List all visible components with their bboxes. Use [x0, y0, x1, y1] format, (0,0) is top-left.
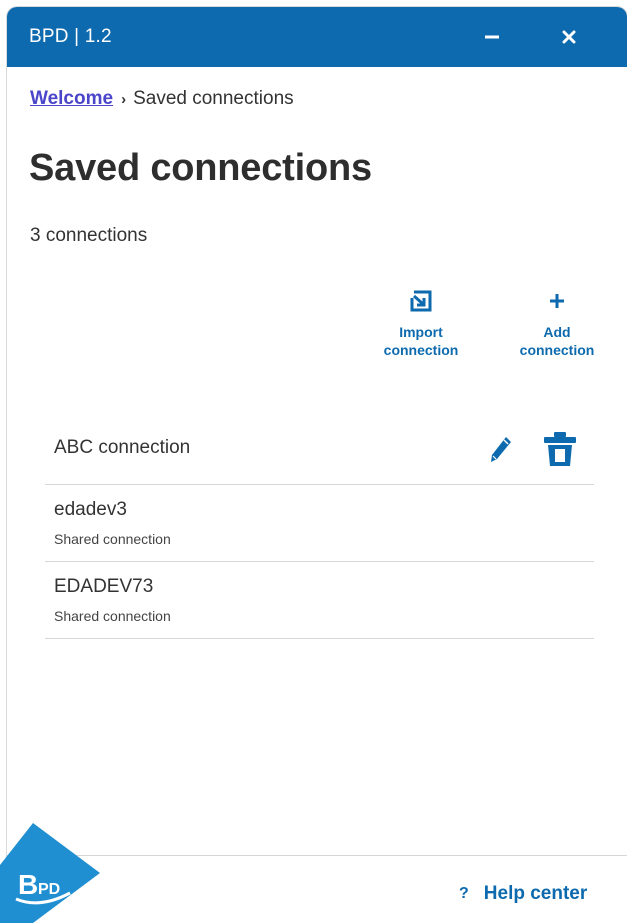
import-icon	[410, 290, 432, 312]
question-icon: ?	[459, 885, 469, 902]
footer-divider	[7, 855, 627, 856]
minimize-button[interactable]	[474, 19, 510, 55]
list-item[interactable]: ABC connection	[45, 407, 594, 485]
list-item[interactable]: EDADEV73 Shared connection	[45, 562, 594, 639]
add-connection-button[interactable]: Add connection	[502, 289, 612, 359]
connection-subtitle: Shared connection	[54, 608, 171, 624]
edit-connection-button[interactable]	[489, 435, 513, 468]
connection-name: edadev3	[54, 499, 127, 520]
breadcrumb-separator-icon: ›	[121, 90, 127, 108]
connection-subtitle: Shared connection	[54, 531, 171, 547]
plus-icon	[550, 294, 564, 308]
connection-name: EDADEV73	[54, 576, 154, 597]
minimize-icon	[485, 35, 499, 39]
title-bar: BPD | 1.2	[7, 7, 627, 67]
svg-text:B: B	[18, 869, 38, 900]
window-title: BPD | 1.2	[29, 26, 112, 47]
list-item[interactable]: edadev3 Shared connection	[45, 485, 594, 562]
trash-icon	[544, 432, 576, 466]
svg-text:PD: PD	[38, 881, 60, 898]
import-connection-label: Import connection	[383, 324, 459, 358]
breadcrumb-current: Saved connections	[133, 88, 294, 109]
help-center-link[interactable]: ? Help center	[459, 883, 587, 905]
pencil-icon	[491, 437, 511, 462]
app-window: BPD | 1.2 Welcome › Saved connections Sa…	[7, 7, 627, 923]
close-button[interactable]	[551, 19, 587, 55]
breadcrumb: Welcome › Saved connections	[30, 88, 294, 110]
add-connection-label: Add connection	[519, 324, 595, 358]
page-title: Saved connections	[29, 147, 372, 189]
bpd-logo: B PD	[0, 823, 100, 923]
connection-list: ABC connection edadev3 Shared connection…	[45, 407, 594, 639]
breadcrumb-welcome-link[interactable]: Welcome	[30, 88, 113, 110]
help-center-label: Help center	[483, 883, 588, 904]
connection-count: 3 connections	[30, 225, 148, 246]
connection-name: ABC connection	[54, 437, 191, 458]
delete-connection-button[interactable]	[543, 431, 577, 472]
close-icon	[562, 30, 576, 44]
import-connection-button[interactable]: Import connection	[366, 289, 476, 359]
